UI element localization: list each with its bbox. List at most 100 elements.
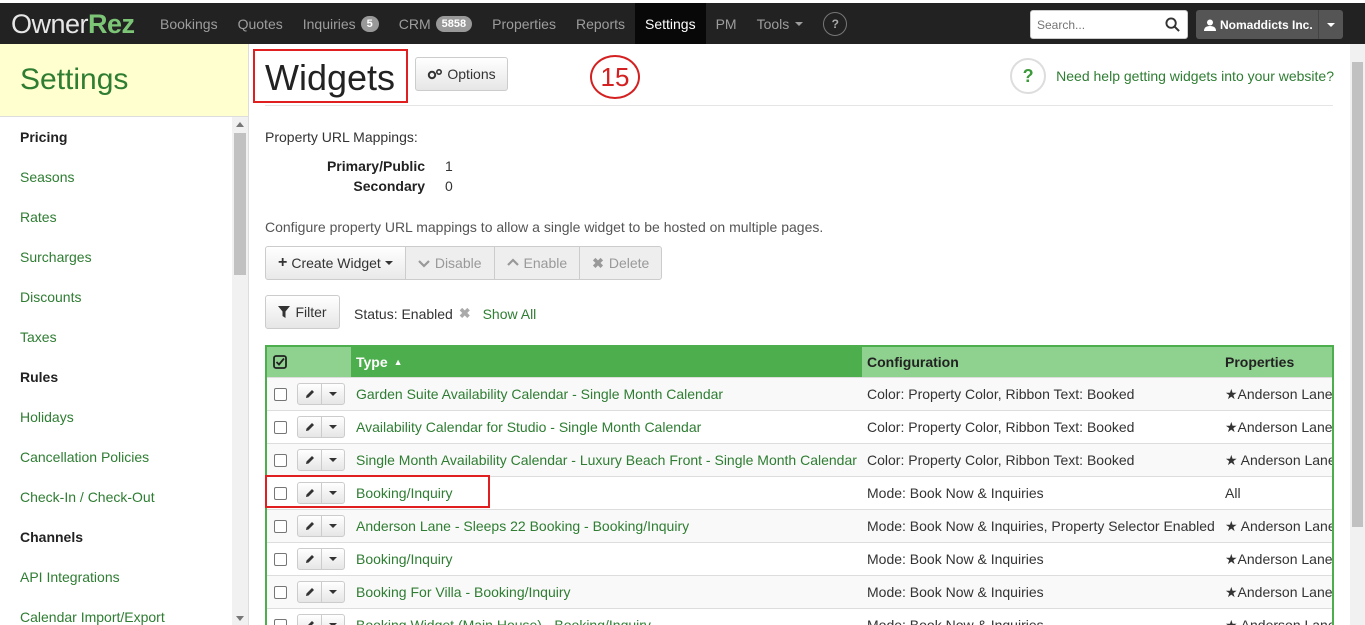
delete-label: Delete <box>608 255 650 271</box>
plus-icon: + <box>278 254 288 271</box>
search-input[interactable] <box>1031 11 1161 38</box>
widget-properties: ★Anderson Lane - Sleeps 22 <box>1225 583 1332 600</box>
nav-quotes[interactable]: Quotes <box>228 3 293 44</box>
row-checkbox[interactable] <box>274 519 287 533</box>
widget-type-link[interactable]: Booking For Villa - Booking/Inquiry <box>351 576 862 608</box>
nav-inquiries[interactable]: Inquiries 5 <box>293 3 389 44</box>
settings-sidebar: Settings Pricing Seasons Rates Surcharge… <box>0 44 249 625</box>
row-checkbox[interactable] <box>274 420 287 434</box>
widget-type-link[interactable]: Anderson Lane - Sleeps 22 Booking - Book… <box>351 510 862 542</box>
options-button[interactable]: Options <box>415 57 508 91</box>
edit-pencil-icon[interactable] <box>298 615 322 625</box>
filter-icon <box>278 306 291 318</box>
row-actions <box>297 515 345 537</box>
sidebar-item-calendar-import-export[interactable]: Calendar Import/Export <box>0 597 232 625</box>
edit-pencil-icon[interactable] <box>298 582 322 602</box>
widget-properties: ★Anderson Lane - Sleeps 22 <box>1225 418 1332 435</box>
brand-logo[interactable]: OwnerRez <box>11 9 135 40</box>
sidebar-item-seasons[interactable]: Seasons <box>0 157 232 197</box>
nav-properties[interactable]: Properties <box>482 3 566 44</box>
row-checkbox[interactable] <box>274 552 287 566</box>
row-menu-toggle[interactable] <box>322 582 344 602</box>
table-row: Booking For Villa - Booking/Inquiry Mode:… <box>267 575 1332 608</box>
properties-column-header: Properties <box>1225 354 1295 370</box>
disable-button[interactable]: Disable <box>404 246 495 280</box>
main-content: Widgets Options 15 ? Need help getting w… <box>250 44 1350 625</box>
nav-crm[interactable]: CRM 5858 <box>389 3 482 44</box>
chevron-down-icon <box>329 557 337 561</box>
table-row: Anderson Lane - Sleeps 22 Booking - Book… <box>267 509 1332 542</box>
row-actions <box>297 548 345 570</box>
edit-pencil-icon[interactable] <box>298 450 322 470</box>
edit-pencil-icon[interactable] <box>298 516 322 536</box>
chevron-down-icon <box>1327 22 1335 27</box>
widget-type-link[interactable]: Availability Calendar for Studio - Singl… <box>351 411 862 443</box>
sidebar-item-rates[interactable]: Rates <box>0 197 232 237</box>
widget-configuration: Mode: Book Now & Inquiries <box>867 485 1044 501</box>
sidebar-item-discounts[interactable]: Discounts <box>0 277 232 317</box>
sidebar-scrollbar[interactable] <box>232 117 248 625</box>
row-menu-toggle[interactable] <box>322 384 344 404</box>
row-select-cell <box>267 510 351 542</box>
account-dropdown-toggle[interactable] <box>1319 10 1343 39</box>
row-actions <box>297 449 345 471</box>
edit-pencil-icon[interactable] <box>298 417 322 437</box>
row-checkbox[interactable] <box>274 387 287 401</box>
mapping-key: Secondary <box>353 178 425 194</box>
table-row: Availability Calendar for Studio - Singl… <box>267 410 1332 443</box>
account-menu[interactable]: Nomaddicts Inc. <box>1196 10 1343 39</box>
mapping-value: 1 <box>445 158 453 174</box>
nav-pm[interactable]: PM <box>706 3 747 44</box>
nav-help[interactable]: ? <box>813 3 857 44</box>
widget-type-link[interactable]: Single Month Availability Calendar - Lux… <box>351 444 862 476</box>
row-menu-toggle[interactable] <box>322 615 344 625</box>
row-actions <box>297 383 345 405</box>
row-menu-toggle[interactable] <box>322 516 344 536</box>
select-all-header[interactable] <box>267 347 351 377</box>
edit-pencil-icon[interactable] <box>298 384 322 404</box>
create-widget-button[interactable]: + Create Widget <box>265 246 406 280</box>
nav-reports[interactable]: Reports <box>566 3 635 44</box>
active-filter: Status: Enabled ✖ Show All <box>354 305 536 322</box>
sidebar-item-taxes[interactable]: Taxes <box>0 317 232 357</box>
row-menu-toggle[interactable] <box>322 450 344 470</box>
row-menu-toggle[interactable] <box>322 417 344 437</box>
search-icon[interactable] <box>1165 17 1180 32</box>
delete-button[interactable]: ✖ Delete <box>579 246 663 280</box>
show-all-link[interactable]: Show All <box>483 306 537 322</box>
widget-type-link[interactable]: Garden Suite Availability Calendar - Sin… <box>351 378 862 410</box>
widget-type-link[interactable]: Booking Widget (Main House) - Booking/In… <box>351 609 862 625</box>
sidebar-item-cancellation-policies[interactable]: Cancellation Policies <box>0 437 232 477</box>
page-scroll-thumb[interactable] <box>1352 62 1363 527</box>
row-checkbox[interactable] <box>274 453 287 467</box>
filter-button[interactable]: Filter <box>265 295 340 329</box>
account-button[interactable]: Nomaddicts Inc. <box>1196 10 1319 39</box>
row-checkbox[interactable] <box>274 618 287 625</box>
widget-properties: All <box>1225 485 1241 501</box>
enable-button[interactable]: Enable <box>493 246 581 280</box>
chevron-down-icon <box>329 590 337 594</box>
title-divider <box>265 105 1333 106</box>
nav-settings[interactable]: Settings <box>635 3 706 44</box>
row-menu-toggle[interactable] <box>322 549 344 569</box>
sidebar-item-surcharges[interactable]: Surcharges <box>0 237 232 277</box>
sidebar-item-api-integrations[interactable]: API Integrations <box>0 557 232 597</box>
widget-configuration: Mode: Book Now & Inquiries <box>867 617 1044 625</box>
widget-help-link[interactable]: ? Need help getting widgets into your we… <box>1010 58 1334 94</box>
nav-bookings[interactable]: Bookings <box>150 3 228 44</box>
mapping-key: Primary/Public <box>326 158 425 174</box>
widget-type-link[interactable]: Booking/Inquiry <box>351 543 862 575</box>
nav-tools[interactable]: Tools <box>747 3 814 44</box>
sidebar-scroll-thumb[interactable] <box>234 133 246 275</box>
scroll-up-arrow-icon[interactable] <box>236 122 244 127</box>
row-checkbox[interactable] <box>274 585 287 599</box>
sidebar-item-holidays[interactable]: Holidays <box>0 397 232 437</box>
edit-pencil-icon[interactable] <box>298 549 322 569</box>
sidebar-item-check-in-out[interactable]: Check-In / Check-Out <box>0 477 232 517</box>
remove-filter-icon[interactable]: ✖ <box>459 305 471 322</box>
page-scrollbar[interactable] <box>1350 44 1365 625</box>
row-select-cell <box>267 543 351 575</box>
scroll-down-arrow-icon[interactable] <box>236 616 244 621</box>
options-label: Options <box>447 66 496 82</box>
type-column-header[interactable]: Type ▲ <box>351 347 862 377</box>
